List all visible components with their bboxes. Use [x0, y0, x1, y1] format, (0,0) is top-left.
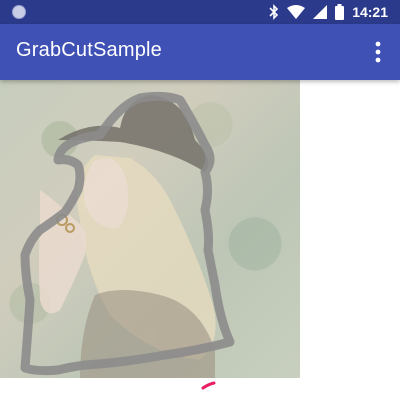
photo-content	[20, 91, 235, 378]
app-title: GrabCutSample	[16, 39, 162, 61]
touch-marker	[201, 381, 216, 390]
notification-dot-icon	[12, 5, 26, 19]
grabcut-canvas[interactable]	[0, 80, 300, 378]
status-bar: 14:21	[0, 0, 400, 24]
clock: 14:21	[352, 4, 388, 20]
more-vert-icon[interactable]	[366, 38, 390, 66]
battery-icon	[335, 4, 345, 20]
wifi-icon	[287, 5, 306, 19]
bluetooth-icon	[269, 4, 279, 20]
signal-icon	[313, 5, 328, 19]
status-icons: 14:21	[269, 0, 388, 24]
app-bar: GrabCutSample	[0, 24, 400, 80]
